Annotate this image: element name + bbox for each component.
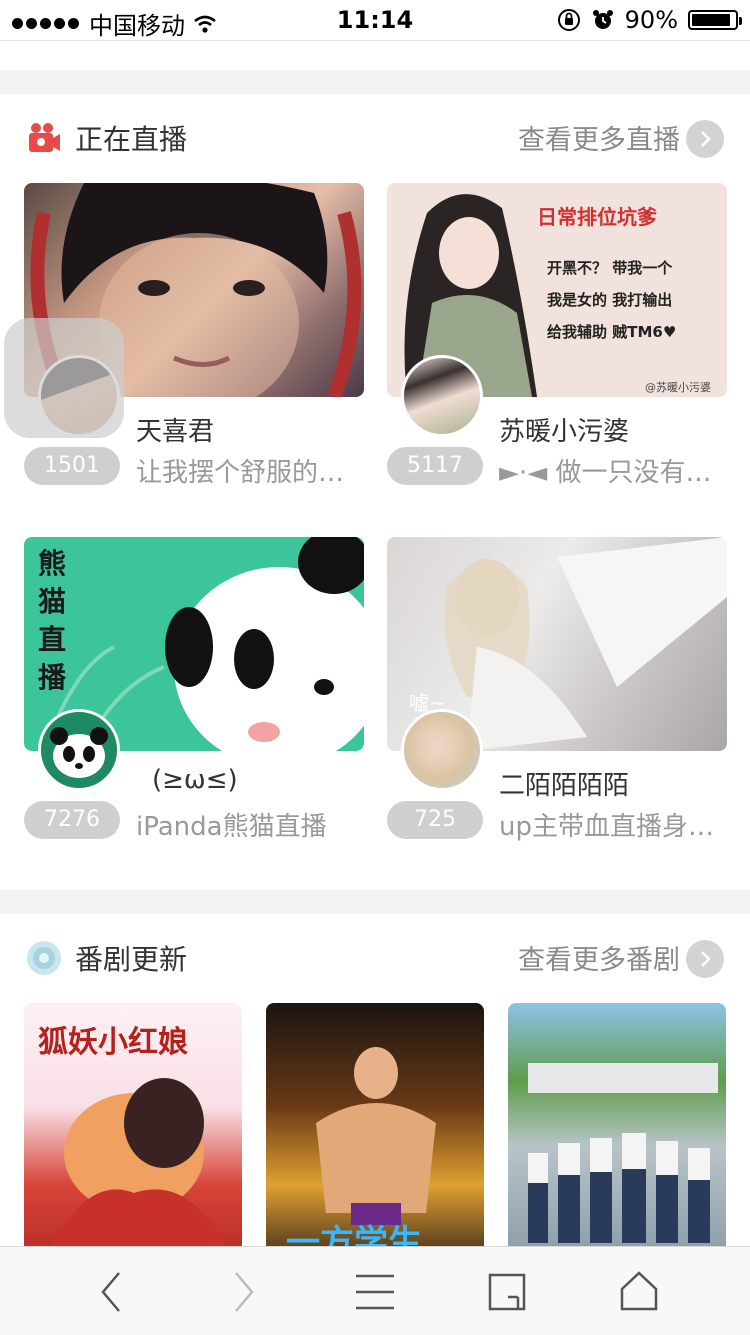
section-gap: [0, 890, 750, 914]
live-card[interactable]: 熊猫直播 (≥ω≤) 7276 iPanda熊猫直播: [24, 537, 364, 847]
poster-caption: 开黑不？ 带我一个: [547, 259, 673, 277]
poster-watermark: @苏暖小污婆: [645, 381, 711, 394]
streamer-avatar[interactable]: [38, 709, 120, 791]
poster-caption: 熊猫直播: [38, 547, 67, 694]
poster-caption: 我是女的 我打输出: [547, 291, 673, 309]
tabs-icon[interactable]: [482, 1267, 532, 1317]
battery-icon: [688, 10, 742, 30]
viewer-count: 1501: [24, 447, 120, 485]
forward-icon[interactable]: [218, 1267, 268, 1317]
home-icon[interactable]: [614, 1267, 664, 1317]
streamer-avatar[interactable]: [401, 709, 483, 791]
streamer-name: 天喜君: [136, 417, 215, 447]
streamer-name: 苏暖小污婆: [499, 417, 630, 447]
more-anime-chevron-icon[interactable]: [686, 940, 724, 978]
anime-section-title: 番剧更新: [75, 943, 188, 976]
video-camera-icon: [29, 123, 60, 152]
divider: [0, 40, 750, 41]
poster-caption: 日常排位坑爹: [537, 205, 657, 229]
floating-assistive-button[interactable]: [4, 318, 124, 438]
anime-poster[interactable]: [508, 1003, 726, 1263]
viewer-count: 5117: [387, 447, 483, 485]
anime-section-header: 番剧更新 查看更多番剧: [0, 918, 750, 998]
streamer-name: (≥ω≤): [152, 765, 238, 795]
more-anime-link[interactable]: 查看更多番剧: [518, 938, 680, 977]
more-live-link[interactable]: 查看更多直播: [518, 118, 680, 157]
live-section-title: 正在直播: [75, 123, 188, 156]
back-icon[interactable]: [87, 1267, 137, 1317]
live-description: up主带血直播身…: [499, 812, 714, 842]
poster-title: 狐妖小红娘: [38, 1025, 188, 1060]
section-gap: [0, 70, 750, 94]
live-section-header: 正在直播 查看更多直播: [0, 98, 750, 178]
streamer-avatar[interactable]: [401, 355, 483, 437]
live-description: ►·◄ 做一只没有…: [499, 458, 712, 488]
live-description: 让我摆个舒服的…: [136, 458, 345, 488]
alarm-clock-icon: [592, 10, 613, 29]
more-live-chevron-icon[interactable]: [686, 120, 724, 158]
menu-icon[interactable]: [350, 1267, 400, 1317]
disc-icon: [27, 941, 61, 975]
anime-poster[interactable]: 狐妖小红娘: [24, 1003, 242, 1263]
live-card[interactable]: 嘘~ 二陌陌陌陌 725 up主带血直播身…: [387, 537, 727, 847]
live-description: iPanda熊猫直播: [136, 812, 327, 842]
viewer-count: 7276: [24, 801, 120, 839]
status-bar: 中国移动 11:14 90%: [0, 0, 750, 40]
anime-poster[interactable]: 一方学生: [266, 1003, 484, 1263]
poster-caption: 给我辅助 贼TM6♥: [547, 323, 677, 341]
viewer-count: 725: [387, 801, 483, 839]
live-card[interactable]: 日常排位坑爹 开黑不？ 带我一个 我是女的 我打输出 给我辅助 贼TM6♥ @苏…: [387, 183, 727, 493]
browser-toolbar: [0, 1246, 750, 1335]
rotation-lock-icon: [557, 9, 580, 31]
battery-percentage: 90%: [624, 6, 678, 34]
streamer-name: 二陌陌陌陌: [499, 771, 630, 801]
